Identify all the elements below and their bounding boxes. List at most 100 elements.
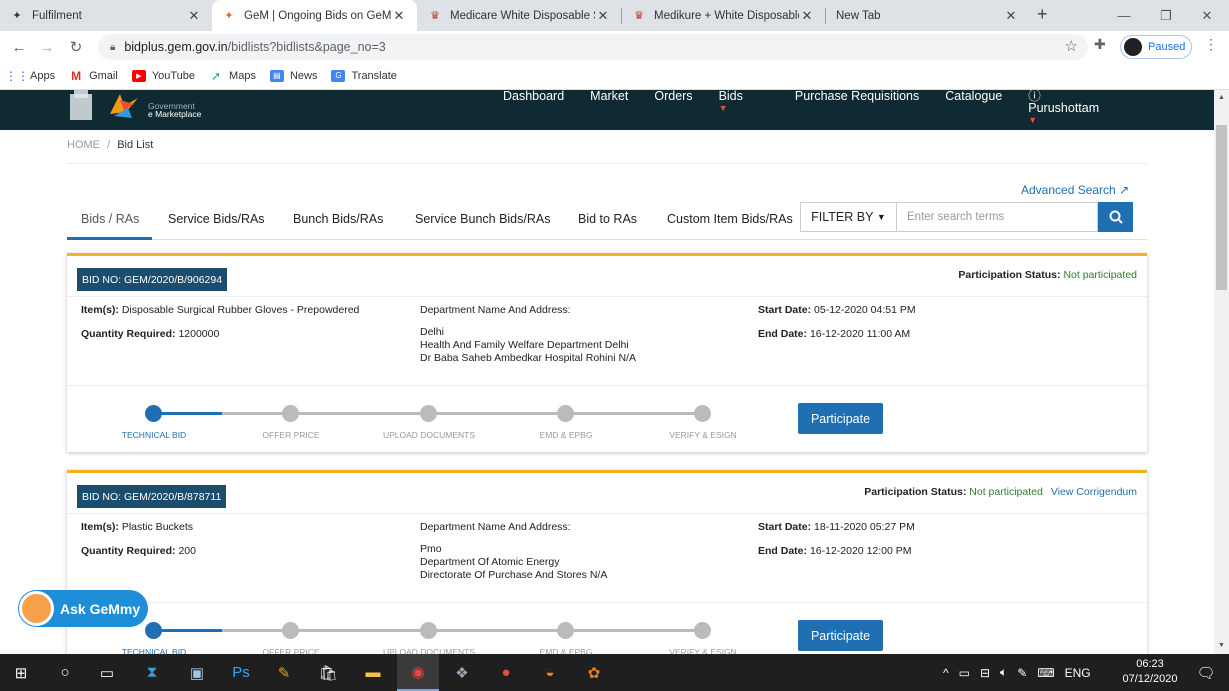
ask-gemmy-chat-button[interactable]: Ask GeMmy: [18, 590, 148, 627]
breadcrumb-home[interactable]: HOME: [67, 139, 100, 151]
minimize-icon[interactable]: —: [1102, 0, 1146, 31]
end-date: End Date: 16-12-2020 12:00 PM: [758, 545, 912, 557]
tab-bid-to-ras[interactable]: Bid to RAs: [578, 212, 637, 226]
bookmark-apps[interactable]: ⋮⋮ Apps: [5, 69, 55, 83]
browser-tab[interactable]: ♛ Medicare White Disposable Sur ✕: [418, 0, 621, 31]
view-corrigendum-link[interactable]: View Corrigendum: [1051, 486, 1137, 498]
scrollbar-thumb[interactable]: [1216, 125, 1227, 290]
tab-service-bunch-bids[interactable]: Service Bunch Bids/RAs: [415, 212, 550, 226]
scroll-down-icon[interactable]: ▼: [1218, 642, 1225, 649]
app-icon[interactable]: ●: [485, 654, 527, 691]
photoshop-icon[interactable]: Ps: [220, 654, 262, 691]
progress-line: [154, 629, 222, 632]
bookmark-maps[interactable]: ➚ Maps: [209, 69, 256, 83]
dept-label: Department Name And Address:: [420, 521, 571, 533]
restore-icon[interactable]: ❐: [1144, 0, 1188, 31]
bookmark-gmail[interactable]: M Gmail: [69, 68, 118, 83]
window-close-icon[interactable]: ✕: [1185, 0, 1229, 31]
tab-title: Medicare White Disposable Sur: [450, 9, 595, 22]
step-label: EMD & EPBG: [539, 647, 593, 654]
new-tab-icon[interactable]: +: [1037, 4, 1048, 25]
bid-number[interactable]: BID NO: GEM/2020/B/878711: [77, 485, 227, 508]
dept-address: Pmo Department Of Atomic Energy Directorat…: [420, 543, 608, 581]
notifications-icon[interactable]: 🗨︎: [1185, 654, 1227, 691]
close-icon[interactable]: ✕: [186, 8, 202, 24]
nav-market[interactable]: Market: [590, 90, 628, 104]
tab-service-bids[interactable]: Service Bids/RAs: [168, 212, 265, 226]
task-view-icon[interactable]: ▭: [86, 654, 128, 691]
blender-icon[interactable]: ◒: [529, 654, 571, 691]
nav-purchase-requisitions[interactable]: Purchase Requisitions: [795, 90, 919, 104]
tab-bunch-bids[interactable]: Bunch Bids/RAs: [293, 212, 383, 226]
store-icon[interactable]: 🛍︎: [307, 654, 349, 691]
kebab-menu-icon[interactable]: ⋮: [1204, 36, 1218, 53]
vscode-icon[interactable]: ⧗: [131, 654, 173, 691]
browser-tab[interactable]: New Tab ✕: [826, 0, 1029, 31]
app-icon[interactable]: ❖: [441, 654, 483, 691]
tab-custom-item-bids[interactable]: Custom Item Bids/RAs: [667, 212, 793, 226]
app-window-icon[interactable]: ▣: [176, 654, 218, 691]
bookmark-news[interactable]: ▤ News: [269, 69, 317, 82]
vertical-scrollbar[interactable]: ▲ ▼: [1214, 90, 1229, 654]
volume-icon[interactable]: 🔈︎: [1000, 665, 1007, 680]
bid-tabs: Bids / RAs Service Bids/RAs Bunch Bids/R…: [67, 200, 1147, 240]
participation-status: Participation Status: Not participated Vi…: [864, 486, 1137, 498]
divider: [67, 385, 1147, 386]
step-dot-offer-price: [282, 622, 299, 639]
pen-icon[interactable]: ✎: [1017, 666, 1027, 680]
chevron-up-icon[interactable]: ^: [943, 666, 949, 680]
participate-button[interactable]: Participate: [798, 403, 883, 434]
close-icon[interactable]: ✕: [1003, 8, 1019, 24]
search-input[interactable]: Enter search terms: [897, 202, 1098, 232]
back-icon[interactable]: ←: [7, 35, 31, 59]
keyboard-icon[interactable]: ⌨: [1037, 666, 1054, 680]
battery-icon[interactable]: ▭: [959, 666, 970, 680]
nav-orders[interactable]: Orders: [654, 90, 692, 104]
windows-start-icon[interactable]: ⊞: [0, 654, 42, 691]
network-icon[interactable]: ⊟: [980, 666, 990, 680]
bid-number[interactable]: BID NO: GEM/2020/B/906294: [77, 268, 228, 291]
external-link-icon: ↗: [1119, 183, 1130, 197]
app-icon[interactable]: ✎: [263, 654, 305, 691]
search-circle-icon[interactable]: ○: [44, 654, 86, 691]
close-icon[interactable]: ✕: [799, 8, 815, 24]
fruit-app-icon[interactable]: ✿: [573, 654, 615, 691]
scroll-up-icon[interactable]: ▲: [1218, 94, 1225, 101]
page-viewport: Government e Marketplace Dashboard Marke…: [0, 90, 1214, 654]
extensions-icon[interactable]: ✚: [1094, 36, 1106, 53]
browser-tab[interactable]: ✦ Fulfilment ✕: [0, 0, 212, 31]
close-icon[interactable]: ✕: [595, 8, 611, 24]
caret-down-icon: ▼: [718, 103, 728, 113]
bookmark-youtube[interactable]: ▶ YouTube: [131, 69, 195, 82]
browser-tab-active[interactable]: ✦ GeM | Ongoing Bids on GeM ✕: [212, 0, 417, 31]
search-button[interactable]: [1098, 202, 1133, 232]
user-menu[interactable]: ⓘ Purushottam ▼: [1028, 90, 1125, 125]
tab-bids-ras[interactable]: Bids / RAs: [81, 212, 139, 226]
filter-by-dropdown[interactable]: FILTER BY ▼: [800, 202, 897, 232]
step-dot-emd-epbg: [557, 622, 574, 639]
nav-bids[interactable]: Bids ▼: [719, 90, 769, 113]
forward-icon[interactable]: →: [35, 35, 59, 59]
browser-tab[interactable]: ♛ Medikure + White Disposable ✕: [622, 0, 825, 31]
file-explorer-icon[interactable]: ▬: [352, 654, 394, 691]
divider: [67, 602, 1147, 603]
nav-dashboard[interactable]: Dashboard: [503, 90, 564, 104]
gemmy-avatar-icon: [19, 591, 54, 626]
participate-button[interactable]: Participate: [798, 620, 883, 651]
advanced-search-link[interactable]: Advanced Search ↗: [1021, 183, 1129, 197]
nav-catalogue[interactable]: Catalogue: [945, 90, 1002, 104]
clock[interactable]: 06:23 07/12/2020: [1118, 657, 1182, 687]
step-label: VERIFY & ESIGN: [669, 647, 737, 654]
bookmark-translate[interactable]: G Translate: [331, 69, 397, 82]
reload-icon[interactable]: ↻: [64, 35, 88, 59]
chrome-icon[interactable]: ◉: [397, 654, 439, 691]
bookmark-star-icon[interactable]: ☆: [1065, 37, 1078, 55]
gmail-icon: M: [71, 68, 82, 83]
address-bar[interactable]: 🔒︎ bidplus.gem.gov.in/bidlists?bidlists&…: [98, 34, 1088, 60]
dept-address: Delhi Health And Family Welfare Departmen…: [420, 326, 636, 364]
profile-button[interactable]: Paused: [1120, 35, 1192, 59]
close-icon[interactable]: ✕: [391, 8, 407, 24]
gem-logo[interactable]: Government e Marketplace: [70, 90, 230, 126]
product-favicon-icon: ♛: [634, 10, 644, 22]
language-indicator[interactable]: ENG: [1065, 666, 1091, 680]
